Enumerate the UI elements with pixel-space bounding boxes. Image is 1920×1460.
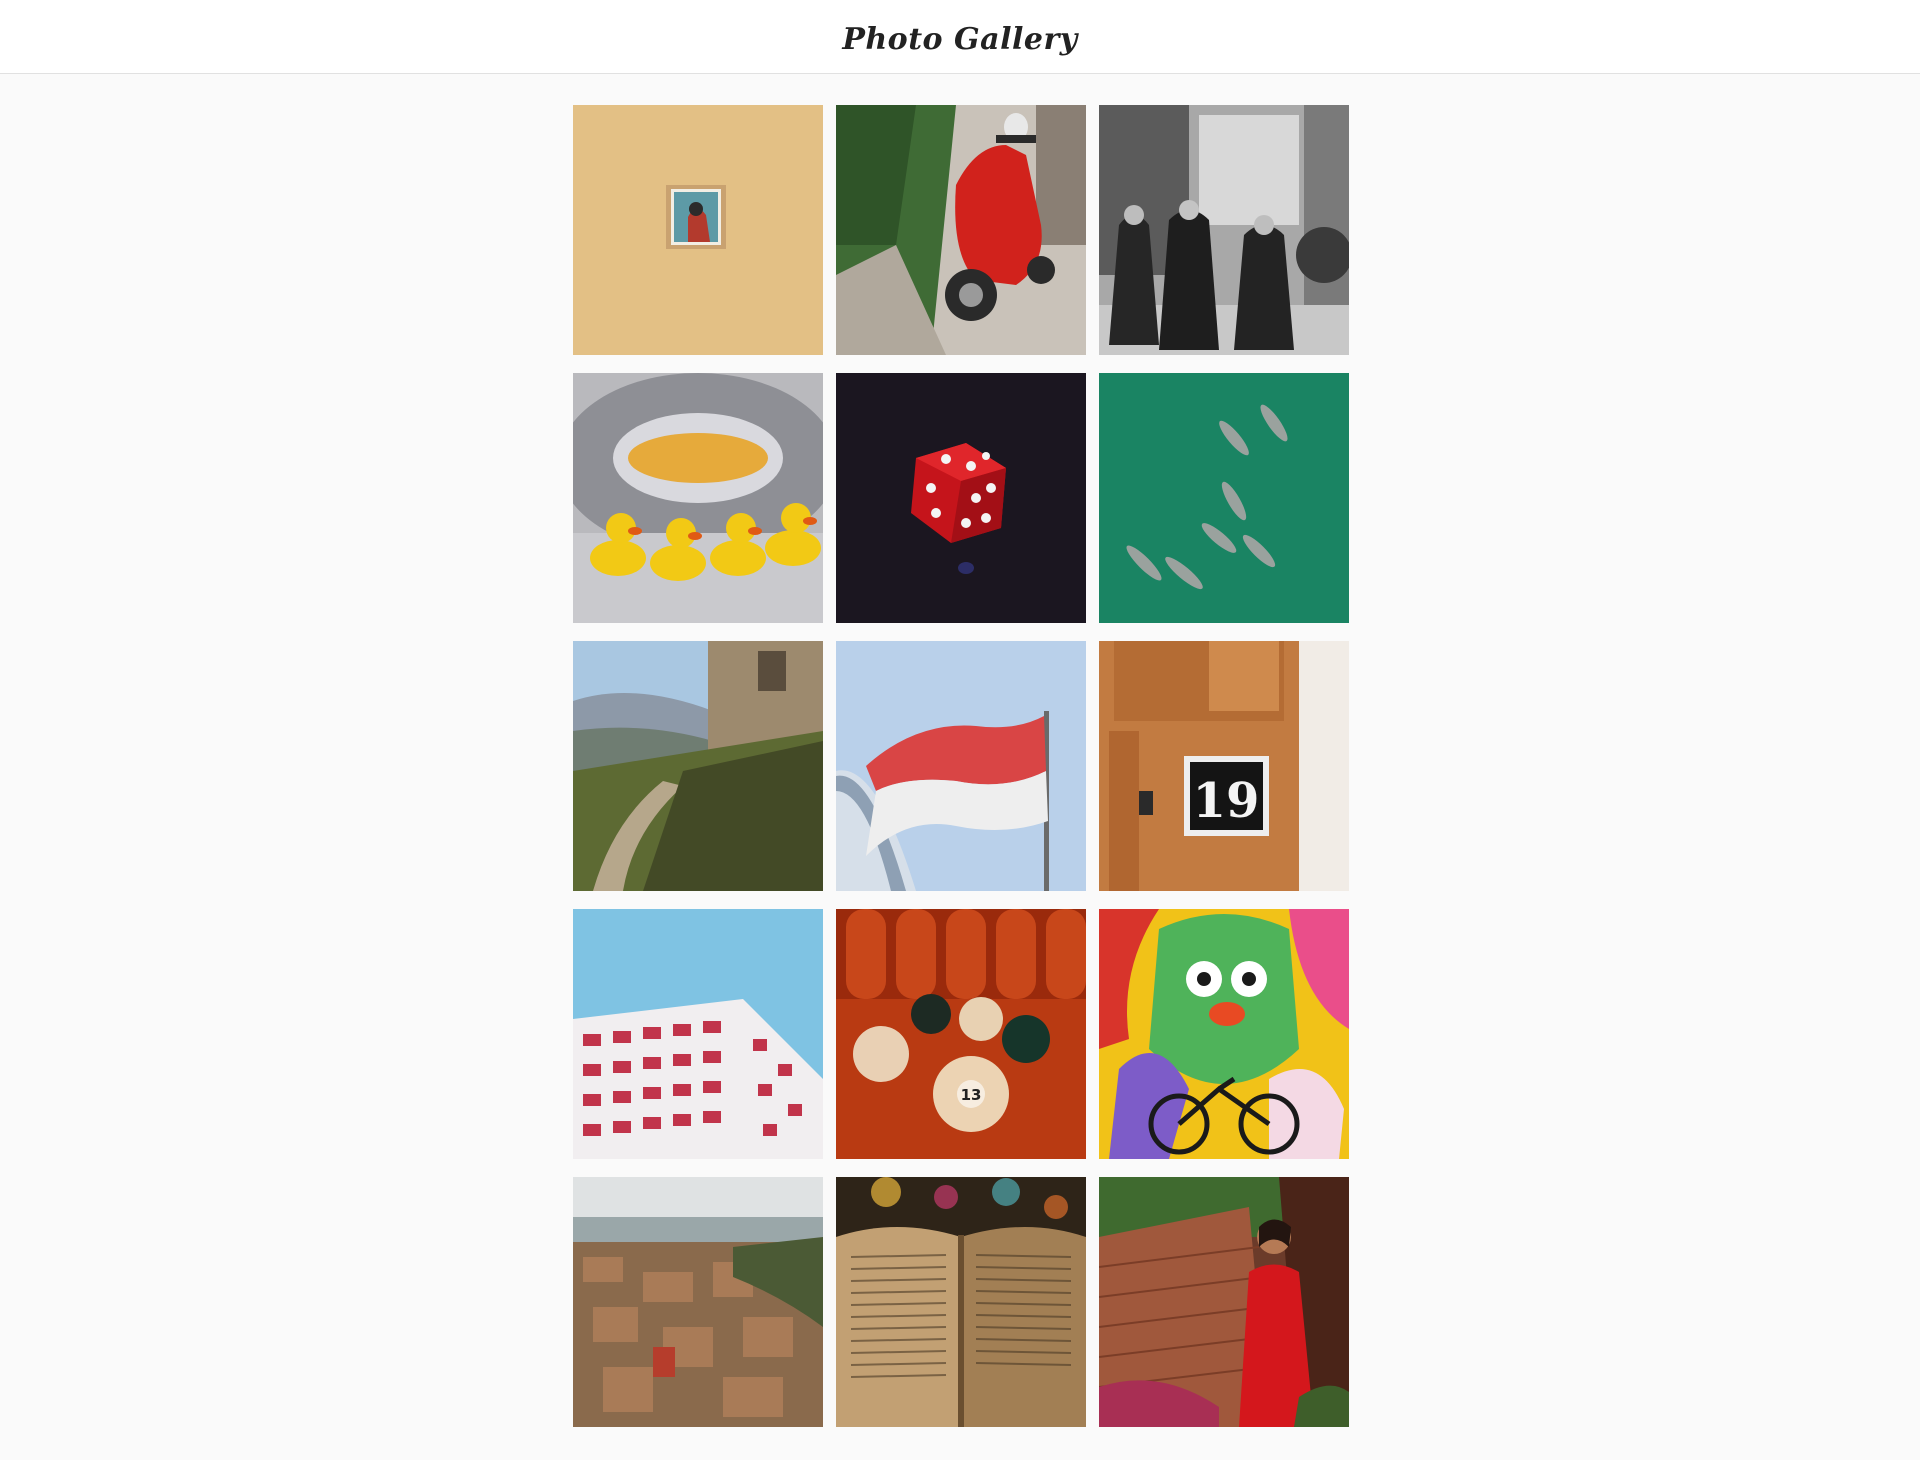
photo-sticker-wall bbox=[573, 105, 823, 355]
photo-graffiti-mural bbox=[1099, 909, 1349, 1159]
page-header: Photo Gallery bbox=[0, 0, 1920, 74]
photo-red-die bbox=[836, 373, 1086, 623]
photo-tile[interactable]: 13 bbox=[836, 909, 1086, 1159]
photo-door-number: 19 bbox=[1099, 641, 1349, 891]
photo-tile[interactable] bbox=[1099, 1177, 1349, 1427]
photo-tile[interactable] bbox=[573, 909, 823, 1159]
photo-grid: 19 13 bbox=[573, 105, 1349, 1427]
photo-aerial-town bbox=[573, 1177, 823, 1427]
photo-flag bbox=[836, 641, 1086, 891]
photo-tile[interactable] bbox=[1099, 909, 1349, 1159]
photo-tile[interactable] bbox=[836, 1177, 1086, 1427]
photo-building bbox=[573, 909, 823, 1159]
photo-red-scooter bbox=[836, 105, 1086, 355]
photo-tile[interactable] bbox=[573, 1177, 823, 1427]
photo-tile[interactable] bbox=[1099, 373, 1349, 623]
photo-tile[interactable] bbox=[573, 641, 823, 891]
photo-rubber-ducks bbox=[573, 373, 823, 623]
ball-number-text: 13 bbox=[961, 1086, 982, 1104]
photo-billiard-balls: 13 bbox=[836, 909, 1086, 1159]
photo-tile[interactable] bbox=[836, 373, 1086, 623]
photo-tile[interactable] bbox=[836, 641, 1086, 891]
photo-tile[interactable] bbox=[573, 373, 823, 623]
photo-tile[interactable] bbox=[573, 105, 823, 355]
photo-woman-red-dress bbox=[1099, 1177, 1349, 1427]
photo-vintage-porch bbox=[1099, 105, 1349, 355]
photo-open-book bbox=[836, 1177, 1086, 1427]
photo-tile[interactable] bbox=[836, 105, 1086, 355]
page-title: Photo Gallery bbox=[842, 22, 1078, 57]
door-number-text: 19 bbox=[1193, 773, 1260, 829]
photo-tile[interactable]: 19 bbox=[1099, 641, 1349, 891]
photo-tile[interactable] bbox=[1099, 105, 1349, 355]
photo-castle-hillside bbox=[573, 641, 823, 891]
photo-dolphins bbox=[1099, 373, 1349, 623]
